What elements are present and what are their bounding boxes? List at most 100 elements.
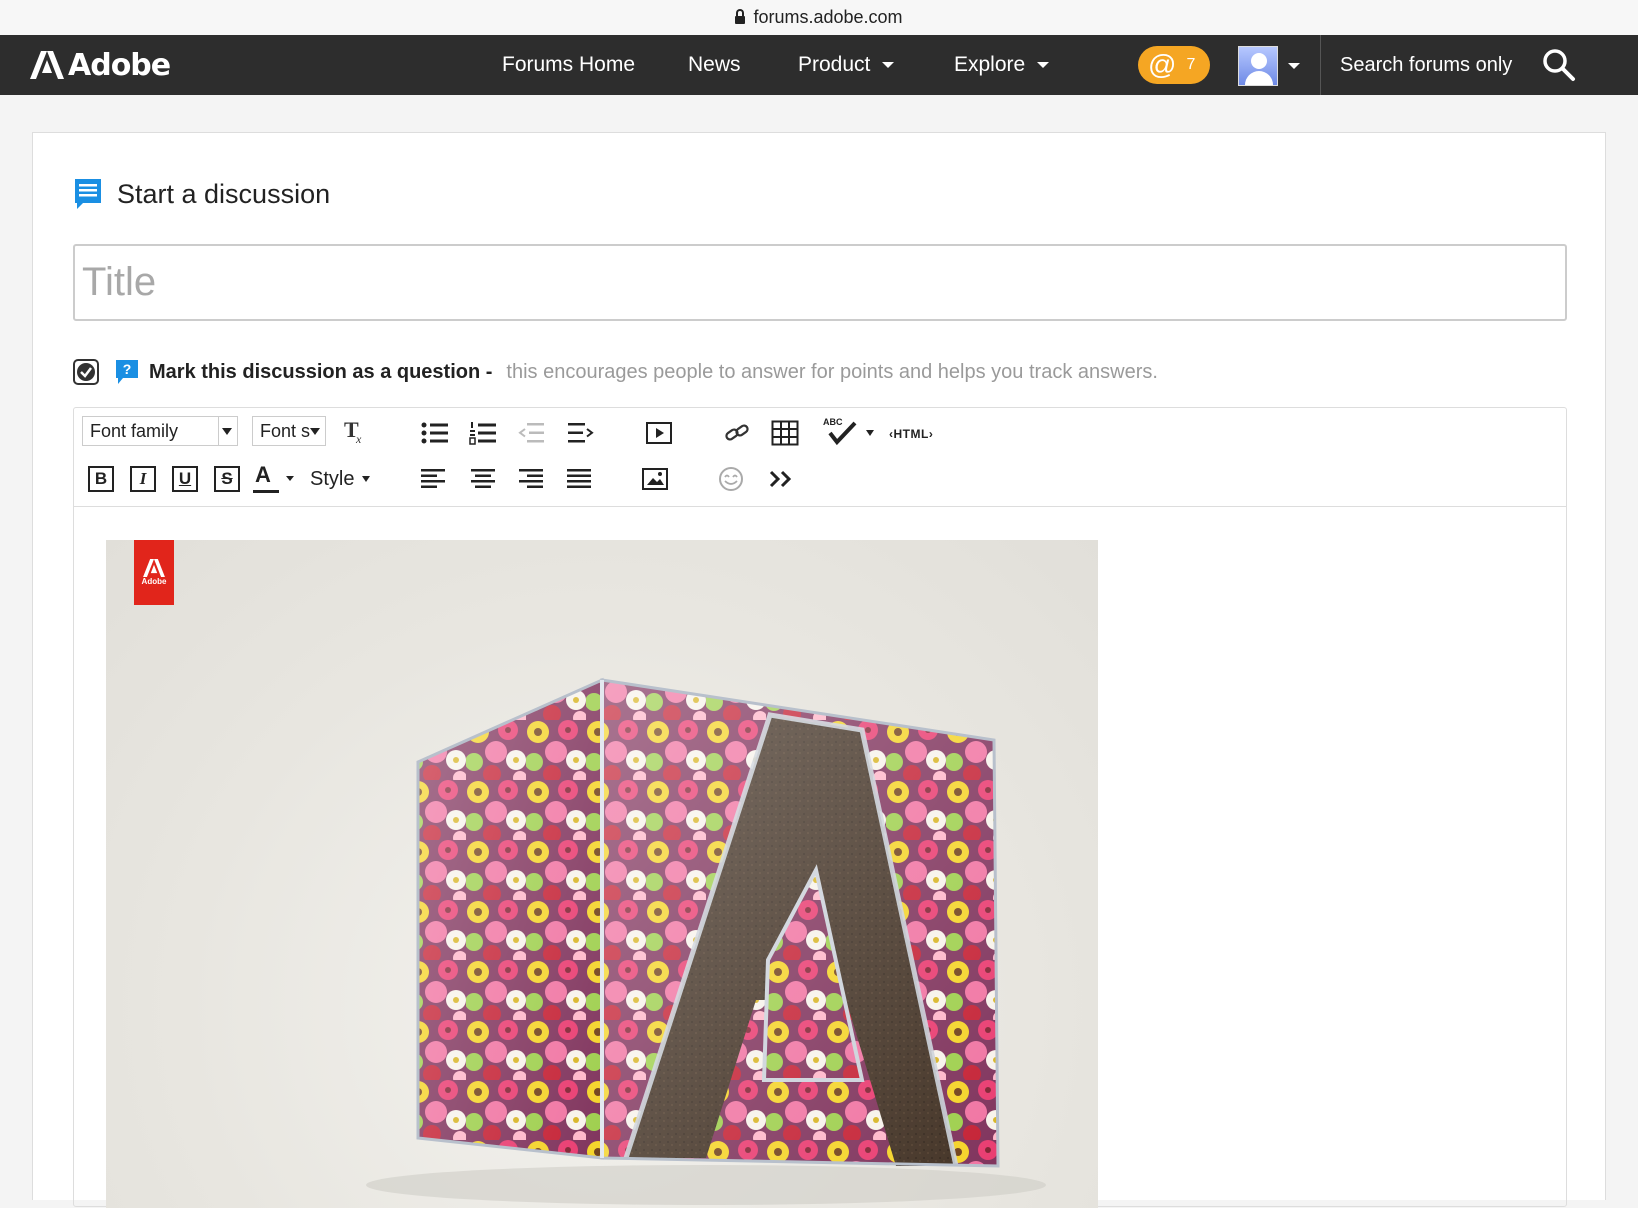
nav-news-label: News — [688, 53, 741, 76]
outdent-button[interactable] — [514, 416, 548, 450]
align-left-icon — [421, 469, 445, 488]
chevron-down-icon — [1037, 62, 1050, 68]
nav-news[interactable]: News — [688, 35, 741, 95]
chevron-down-icon — [222, 428, 232, 435]
page-title-text: Start a discussion — [117, 178, 331, 209]
font-size-value: Font s — [260, 420, 311, 441]
mentions-badge[interactable]: @ 7 — [1138, 46, 1210, 84]
url-bar[interactable]: forums.adobe.com — [0, 0, 1638, 35]
question-checkbox[interactable] — [73, 359, 99, 385]
svg-text:?: ? — [123, 361, 132, 377]
underline-icon: U — [172, 466, 198, 492]
spellcheck-icon: ABC — [823, 417, 857, 446]
question-row: ? Mark this discussion as a question - t… — [73, 355, 1158, 389]
search-input[interactable]: Search forums only — [1340, 35, 1512, 95]
align-justify-button[interactable] — [562, 462, 596, 496]
discussion-icon — [75, 179, 101, 209]
font-family-select[interactable]: Font family — [82, 416, 238, 446]
text-color-button[interactable]: A — [250, 460, 300, 500]
underline-button[interactable]: U — [168, 462, 202, 496]
adobe-badge: Adobe — [134, 540, 174, 605]
clear-format-icon: T x — [344, 417, 362, 445]
align-right-icon — [519, 469, 543, 488]
style-dropdown[interactable]: Style — [310, 462, 371, 496]
question-hint: this encourages people to answer for poi… — [506, 360, 1158, 383]
rich-text-editor: Font family Font s T x ABC ‹HTML› B I U … — [73, 407, 1567, 1208]
align-center-button[interactable] — [466, 462, 500, 496]
page-title: Start a discussion — [73, 177, 330, 211]
emoji-icon — [719, 467, 743, 491]
font-family-value: Font family — [90, 420, 179, 441]
numbered-list-button[interactable] — [466, 416, 500, 450]
brand-name: Adobe — [68, 47, 171, 83]
mentions-count: 7 — [1186, 56, 1196, 73]
editor-toolbar: Font family Font s T x ABC ‹HTML› B I U … — [74, 408, 1566, 507]
style-label: Style — [310, 467, 355, 490]
more-tools-button[interactable] — [764, 462, 798, 496]
outdent-icon — [518, 423, 544, 443]
select-divider — [218, 417, 219, 445]
insert-emoji-button[interactable] — [714, 462, 748, 496]
italic-button[interactable]: I — [126, 462, 160, 496]
chevron-down-icon[interactable] — [866, 430, 874, 436]
adobe-a-icon — [143, 559, 165, 577]
nav-product[interactable]: Product — [798, 35, 895, 95]
font-size-select[interactable]: Font s — [252, 416, 326, 446]
bulleted-list-icon — [421, 422, 448, 444]
svg-text:x: x — [355, 432, 362, 445]
align-justify-icon — [567, 469, 591, 488]
svg-text:A: A — [255, 462, 271, 487]
video-icon — [646, 422, 672, 444]
indent-button[interactable] — [564, 416, 598, 450]
clear-formatting-button[interactable]: T x — [338, 414, 372, 448]
bold-button[interactable]: B — [84, 462, 118, 496]
nav-product-label: Product — [798, 53, 871, 76]
align-right-button[interactable] — [514, 462, 548, 496]
strikethrough-button[interactable]: S — [210, 462, 244, 496]
chevron-down-icon[interactable] — [1288, 63, 1300, 69]
html-source-button[interactable]: ‹HTML› — [889, 422, 933, 446]
align-center-icon — [471, 469, 495, 488]
title-input[interactable] — [73, 244, 1567, 321]
indent-icon — [568, 423, 594, 443]
double-chevron-right-icon — [769, 470, 792, 488]
lock-icon — [735, 8, 746, 24]
svg-text:ABC: ABC — [823, 417, 843, 427]
spellcheck-button[interactable]: ABC — [820, 412, 860, 450]
flower-cube-illustration — [366, 677, 1046, 1205]
insert-link-button[interactable] — [720, 416, 754, 450]
italic-icon: I — [130, 466, 156, 492]
nav-explore[interactable]: Explore — [954, 35, 1050, 95]
question-label: Mark this discussion as a question - — [149, 360, 493, 383]
insert-video-button[interactable] — [642, 416, 676, 450]
insert-image-button[interactable] — [638, 462, 672, 496]
adobe-badge-text: Adobe — [141, 577, 167, 586]
chevron-down-icon — [882, 62, 895, 68]
strikethrough-icon: S — [214, 466, 240, 492]
inserted-image[interactable]: Adobe — [106, 540, 1098, 1208]
avatar[interactable] — [1238, 46, 1278, 86]
adobe-a-icon — [30, 51, 64, 79]
adobe-logo[interactable]: Adobe — [30, 45, 171, 85]
nav-explore-label: Explore — [954, 53, 1026, 76]
table-icon — [771, 420, 799, 446]
image-icon — [642, 468, 668, 490]
text-color-icon: A — [253, 462, 294, 493]
nav-forums-home-label: Forums Home — [502, 53, 636, 76]
nav-forums-home[interactable]: Forums Home — [502, 35, 635, 95]
insert-table-button[interactable] — [768, 416, 802, 450]
numbered-list-icon — [469, 422, 496, 445]
at-icon: @ — [1148, 49, 1177, 80]
discussion-form: Start a discussion ? Mark this discussio… — [32, 132, 1606, 1208]
editor-content[interactable]: Adobe — [74, 508, 1566, 1208]
chevron-down-icon — [310, 428, 320, 435]
nav-divider — [1320, 35, 1321, 95]
search-icon[interactable] — [1542, 48, 1576, 82]
top-nav: Adobe Forums Home News Product Explore @… — [0, 35, 1638, 95]
bulleted-list-button[interactable] — [418, 416, 452, 450]
link-icon — [725, 424, 749, 441]
question-icon: ? — [116, 360, 138, 384]
align-left-button[interactable] — [416, 462, 450, 496]
chevron-down-icon — [362, 476, 371, 482]
checkmark-icon — [77, 363, 95, 381]
